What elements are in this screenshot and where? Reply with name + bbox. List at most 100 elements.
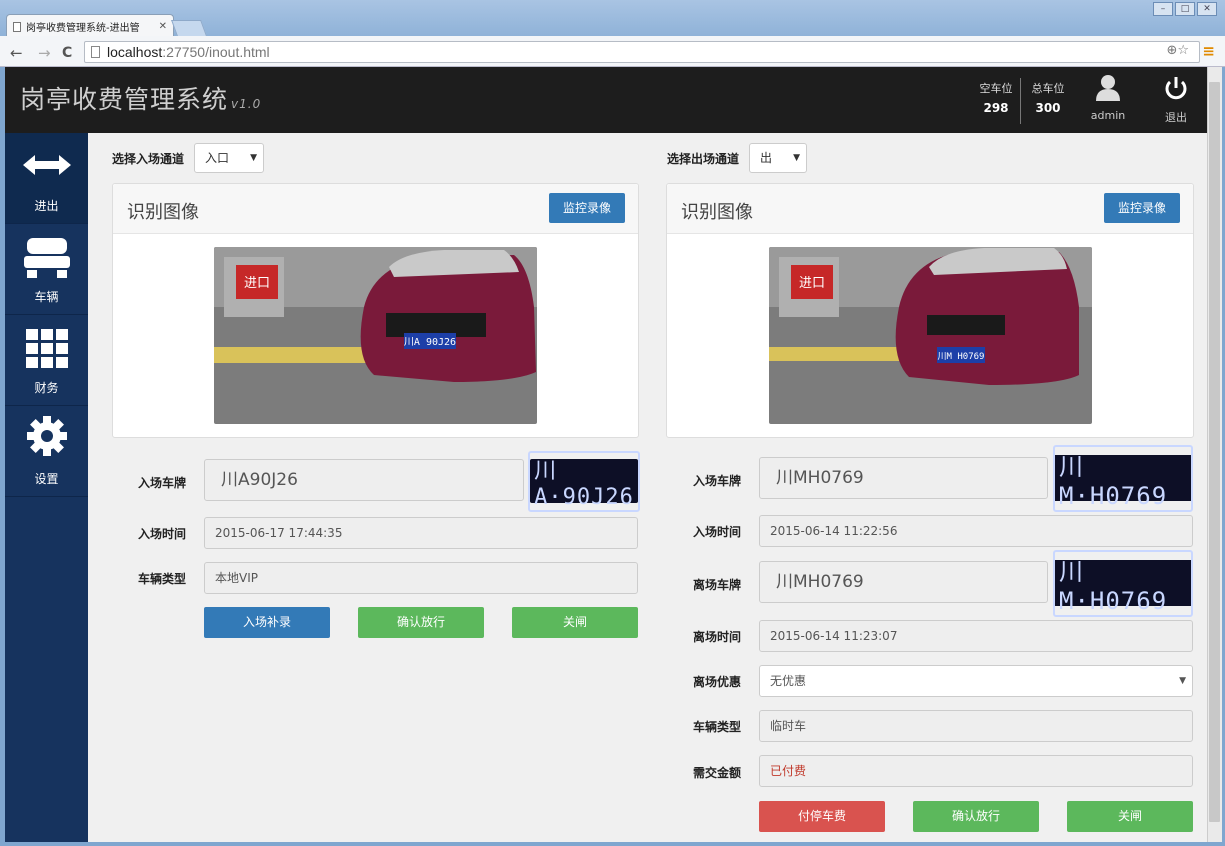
exit-plate-label: 离场车牌 bbox=[693, 578, 742, 592]
exit-channel-label: 选择出场通道 bbox=[667, 152, 740, 166]
entry-close-gate-button[interactable]: 关闸 bbox=[512, 607, 638, 638]
exit-channel-value: 出 bbox=[760, 151, 773, 165]
scrollbar-thumb[interactable] bbox=[1209, 82, 1220, 822]
page-icon bbox=[13, 21, 21, 32]
exit-entry-plate-image: 川M·H0769 bbox=[1053, 444, 1193, 512]
panel-header: 识别图像 监控录像 bbox=[113, 184, 638, 234]
forward-icon[interactable]: → bbox=[38, 44, 51, 62]
divider bbox=[1020, 78, 1021, 124]
entry-plate-label: 入场车牌 bbox=[138, 476, 187, 490]
entry-monitor-button[interactable]: 监控录像 bbox=[549, 193, 625, 223]
entry-type-label: 车辆类型 bbox=[138, 572, 187, 586]
exit-plate-field[interactable]: 川MH0769 bbox=[759, 561, 1048, 603]
exit-image-panel: 识别图像 监控录像 进口 川M H0769 bbox=[666, 183, 1194, 438]
sidebar-item-label: 进出 bbox=[34, 199, 59, 213]
entry-confirm-button[interactable]: 确认放行 bbox=[358, 607, 484, 638]
exit-close-gate-button[interactable]: 关闸 bbox=[1067, 801, 1193, 832]
pay-parking-fee-button[interactable]: 付停车费 bbox=[759, 801, 885, 832]
chevron-down-icon: ▼ bbox=[1179, 676, 1186, 686]
menu-icon[interactable]: ≡ bbox=[1202, 42, 1215, 60]
exit-amount-label: 需交金额 bbox=[693, 766, 742, 780]
exit-entry-plate-field[interactable]: 川MH0769 bbox=[759, 457, 1048, 499]
stat-free-spaces: 空车位 298 bbox=[971, 80, 1021, 115]
back-icon[interactable]: ← bbox=[10, 44, 23, 62]
entry-plate-field[interactable]: 川A90J26 bbox=[204, 459, 524, 501]
panel-title: 识别图像 bbox=[681, 202, 753, 223]
exit-entry-plate-label: 入场车牌 bbox=[693, 474, 742, 488]
exit-entry-time-field[interactable]: 2015-06-14 11:22:56 bbox=[759, 515, 1193, 547]
exit-discount-value: 无优惠 bbox=[770, 674, 807, 688]
username: admin bbox=[1090, 109, 1126, 122]
sidebar-item-label: 车辆 bbox=[34, 290, 59, 304]
photo-plate-text: 川M H0769 bbox=[938, 352, 985, 362]
entry-supplement-button[interactable]: 入场补录 bbox=[204, 607, 330, 638]
tab-title: 岗亭收费管理系统-进出管 bbox=[26, 23, 140, 34]
browser-tab[interactable]: 岗亭收费管理系统-进出管 ✕ bbox=[6, 14, 174, 38]
stat-total-label: 总车位 bbox=[1031, 82, 1065, 95]
entry-channel-label: 选择入场通道 bbox=[112, 152, 185, 166]
reload-icon[interactable]: C bbox=[62, 45, 72, 61]
photo-plate-text: 川A 90J26 bbox=[404, 337, 456, 348]
entry-type-field[interactable]: 本地VIP bbox=[204, 562, 638, 594]
app-title-text: 岗亭收费管理系统 bbox=[20, 85, 229, 114]
entry-time-field[interactable]: 2015-06-17 17:44:35 bbox=[204, 517, 638, 549]
entry-vehicle-photo: 进口 川A 90J26 bbox=[214, 247, 537, 424]
photo-sign-text: 进口 bbox=[799, 276, 825, 291]
stat-free-label: 空车位 bbox=[979, 82, 1013, 95]
plate-image-text: 川M·H0769 bbox=[1053, 549, 1193, 617]
sidebar-item-inout[interactable]: 进出 bbox=[5, 133, 88, 224]
stat-total-value: 300 bbox=[1035, 101, 1061, 115]
sidebar-item-finance[interactable]: 财务 bbox=[5, 315, 88, 406]
sidebar-item-label: 设置 bbox=[34, 472, 59, 486]
sidebar-item-settings[interactable]: 设置 bbox=[5, 406, 88, 497]
exit-time-label: 离场时间 bbox=[693, 630, 742, 644]
arrows-icon bbox=[23, 155, 71, 175]
new-tab-button[interactable] bbox=[171, 20, 207, 36]
url-host: localhost bbox=[107, 44, 163, 60]
power-icon bbox=[1165, 77, 1187, 100]
app-version: v1.0 bbox=[231, 97, 262, 111]
photo-sign-text: 进口 bbox=[244, 276, 270, 291]
sidebar-item-vehicles[interactable]: 车辆 bbox=[5, 224, 88, 315]
entry-time-label: 入场时间 bbox=[138, 527, 187, 541]
url-path: :27750/inout.html bbox=[162, 44, 270, 60]
maximize-button[interactable]: □ bbox=[1175, 2, 1195, 16]
chevron-down-icon: ▼ bbox=[793, 153, 800, 163]
entry-channel-value: 入口 bbox=[205, 151, 230, 165]
chevron-down-icon: ▼ bbox=[250, 153, 257, 163]
user-icon bbox=[1096, 75, 1120, 101]
window-close-button[interactable]: ✕ bbox=[1197, 2, 1217, 16]
exit-confirm-button[interactable]: 确认放行 bbox=[913, 801, 1039, 832]
exit-discount-select[interactable]: 无优惠 ▼ bbox=[759, 665, 1193, 697]
zoom-star-icons[interactable]: ⊕☆ bbox=[1166, 43, 1189, 58]
exit-type-field[interactable]: 临时车 bbox=[759, 710, 1193, 742]
logout-button[interactable]: 退出 bbox=[1151, 74, 1201, 125]
app-title: 岗亭收费管理系统 v1.0 bbox=[20, 80, 261, 116]
stat-total-spaces: 总车位 300 bbox=[1023, 80, 1073, 115]
sidebar-item-label: 财务 bbox=[34, 381, 59, 395]
close-icon[interactable]: ✕ bbox=[159, 21, 167, 32]
exit-entry-time-label: 入场时间 bbox=[693, 525, 742, 539]
logout-label: 退出 bbox=[1165, 111, 1187, 124]
window-controls: – □ ✕ bbox=[1153, 2, 1217, 16]
gear-icon bbox=[27, 416, 67, 456]
entry-image-panel: 识别图像 监控录像 进口 川A 90J26 bbox=[112, 183, 639, 438]
page-icon bbox=[91, 46, 100, 58]
exit-amount-field[interactable]: 已付费 bbox=[759, 755, 1193, 787]
user-button[interactable]: admin bbox=[1083, 74, 1133, 122]
minimize-button[interactable]: – bbox=[1153, 2, 1173, 16]
plate-image-text: 川A·90J26 bbox=[528, 450, 640, 512]
entry-channel-select[interactable]: 入口 ▼ bbox=[194, 143, 264, 173]
panel-header: 识别图像 监控录像 bbox=[667, 184, 1193, 234]
exit-type-label: 车辆类型 bbox=[693, 720, 742, 734]
exit-vehicle-photo: 进口 川M H0769 bbox=[769, 247, 1092, 424]
exit-discount-label: 离场优惠 bbox=[693, 675, 742, 689]
exit-channel-select[interactable]: 出 ▼ bbox=[749, 143, 807, 173]
exit-monitor-button[interactable]: 监控录像 bbox=[1104, 193, 1180, 223]
panel-title: 识别图像 bbox=[127, 202, 199, 223]
address-bar[interactable]: localhost:27750/inout.html bbox=[84, 41, 1200, 63]
vehicle-icon bbox=[24, 238, 70, 278]
grid-icon bbox=[26, 329, 68, 368]
entry-plate-image: 川A·90J26 bbox=[528, 450, 640, 512]
exit-time-field[interactable]: 2015-06-14 11:23:07 bbox=[759, 620, 1193, 652]
